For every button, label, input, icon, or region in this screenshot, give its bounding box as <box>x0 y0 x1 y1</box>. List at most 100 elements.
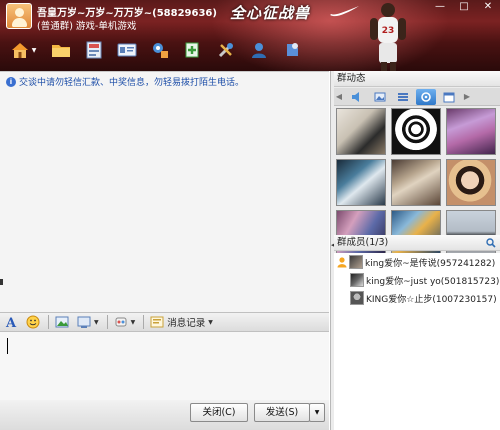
member-item[interactable]: king爱你~是传说(957241282) <box>334 253 500 271</box>
card-icon <box>117 43 137 57</box>
chevron-right-icon[interactable]: ▶ <box>462 89 472 105</box>
member-avatar <box>350 291 364 305</box>
group-settings-button[interactable] <box>146 39 174 61</box>
photo-thumbnail[interactable] <box>336 108 386 155</box>
folder-icon <box>52 45 70 57</box>
panel-splitter-handle[interactable] <box>0 279 3 285</box>
message-input-panel <box>0 332 329 400</box>
settings-icon <box>153 43 168 58</box>
photo-thumbnail[interactable] <box>446 159 496 206</box>
group-member-button[interactable] <box>245 39 273 61</box>
group-title: 吾皇万岁~万岁~万万岁~(58829636) <box>37 8 217 19</box>
action-bar: 关闭(C) 发送(S) ▼ <box>0 400 329 430</box>
calendar-icon <box>443 92 455 102</box>
group-album-button[interactable] <box>80 39 108 61</box>
chevron-down-icon: ▼ <box>314 409 320 416</box>
speaker-icon <box>352 91 359 102</box>
toolbar-divider <box>143 315 145 329</box>
refresh-icon <box>421 91 431 102</box>
toolbar-divider <box>106 315 108 329</box>
feed-tabs: ◀ ▶ <box>334 88 500 106</box>
chevron-down-icon: ▼ <box>31 46 37 54</box>
search-icon[interactable] <box>486 238 496 248</box>
message-history-panel[interactable]: i 交谈中请勿轻信汇款、中奖信息，勿轻易拨打陌生电话。 <box>0 71 329 312</box>
photo-icon <box>374 92 386 101</box>
window-controls: — □ ✕ <box>428 0 500 18</box>
svg-text:A: A <box>5 316 17 329</box>
send-image-button[interactable] <box>55 314 69 330</box>
send-button[interactable]: 发送(S) <box>254 403 310 422</box>
security-notice-text: 交谈中请勿轻信汇款、中奖信息，勿轻易拨打陌生电话。 <box>19 78 245 88</box>
group-more-button[interactable] <box>278 39 306 61</box>
group-feed-title: 群动态 <box>334 71 500 87</box>
tools-icon <box>218 43 233 58</box>
screenshot-icon <box>77 316 91 328</box>
group-files-button[interactable] <box>47 39 75 61</box>
photo-thumbnail[interactable] <box>446 108 496 155</box>
close-window-button[interactable]: ✕ <box>476 0 500 16</box>
message-history-label: 消息记录 <box>167 318 206 329</box>
tab-feed[interactable] <box>416 88 436 105</box>
member-name: KING爱你☆止步(1007230157) <box>366 294 497 305</box>
member-item[interactable]: king爱你~just yo(501815723) <box>334 271 500 289</box>
screenshot-button[interactable]: ▼ <box>77 314 99 330</box>
chevron-left-icon[interactable]: ◀ <box>334 89 344 105</box>
member-avatar <box>349 255 363 269</box>
tab-album[interactable] <box>370 89 390 105</box>
photo-thumbnail[interactable] <box>391 108 441 155</box>
owner-badge-icon <box>337 257 347 268</box>
font-icon: A <box>5 316 17 329</box>
send-options-button[interactable]: ▼ <box>309 403 325 422</box>
member-avatar <box>350 273 364 287</box>
svg-text:23: 23 <box>382 26 395 36</box>
member-item[interactable]: KING爱你☆止步(1007230157) <box>334 289 500 307</box>
side-panel: 群动态 ◀ ▶ ◀ 群成员(1/3) <box>330 71 500 430</box>
image-icon <box>55 316 69 328</box>
group-card-button[interactable] <box>113 39 141 61</box>
font-button[interactable]: A <box>4 314 18 330</box>
close-button[interactable]: 关闭(C) <box>190 403 248 422</box>
member-name: king爱你~是传说(957241282) <box>365 258 496 269</box>
smiley-icon <box>26 315 40 329</box>
tab-announcement[interactable] <box>347 89 367 105</box>
album-icon <box>86 41 102 59</box>
tab-list[interactable] <box>393 89 413 105</box>
banner-slogan: 全心征战兽 <box>230 4 311 22</box>
photo-thumbnail[interactable] <box>391 159 441 206</box>
app-icon <box>185 42 199 58</box>
main-toolbar: ▼ <box>0 38 330 62</box>
text-cursor <box>7 338 8 354</box>
voice-button[interactable]: ▼ <box>114 314 136 330</box>
members-title: 群成员 <box>337 237 366 248</box>
group-tools-button[interactable] <box>212 39 240 61</box>
user-icon <box>252 43 266 58</box>
nike-swoosh-logo <box>330 6 359 17</box>
group-app-button[interactable] <box>179 39 207 61</box>
member-list: king爱你~是传说(957241282) king爱你~just yo(501… <box>334 253 500 430</box>
member-name: king爱你~just yo(501815723) <box>366 276 500 287</box>
chevron-down-icon: ▼ <box>130 318 136 326</box>
toolbar-divider <box>48 315 49 329</box>
message-input[interactable] <box>4 335 324 397</box>
maximize-button[interactable]: □ <box>452 0 476 16</box>
more-icon <box>287 43 298 56</box>
list-icon <box>398 92 408 101</box>
emoji-button[interactable] <box>26 314 40 330</box>
members-count: (1/3) <box>365 237 389 248</box>
info-icon: i <box>6 76 16 87</box>
basketball-player-image: 23 <box>370 3 406 71</box>
tab-calendar[interactable] <box>439 89 459 105</box>
format-toolbar: A ▼ ▼ 消息记录 ▼ <box>0 312 329 332</box>
minimize-button[interactable]: — <box>428 0 452 16</box>
group-avatar[interactable] <box>6 3 32 29</box>
home-icon <box>11 43 28 58</box>
voice-icon <box>115 317 127 327</box>
security-notice: i 交谈中请勿轻信汇款、中奖信息，勿轻易拨打陌生电话。 <box>6 75 244 88</box>
chevron-down-icon: ▼ <box>94 318 99 326</box>
group-subtitle: (普通群) 游戏-单机游戏 <box>37 21 137 32</box>
photo-thumbnail[interactable] <box>336 159 386 206</box>
chevron-down-icon: ▼ <box>208 318 213 326</box>
group-home-button[interactable]: ▼ <box>4 39 42 61</box>
message-history-button[interactable]: 消息记录 ▼ <box>150 314 213 330</box>
window-header: 吾皇万岁~万岁~万万岁~(58829636) (普通群) 游戏-单机游戏 全心征… <box>0 0 500 71</box>
